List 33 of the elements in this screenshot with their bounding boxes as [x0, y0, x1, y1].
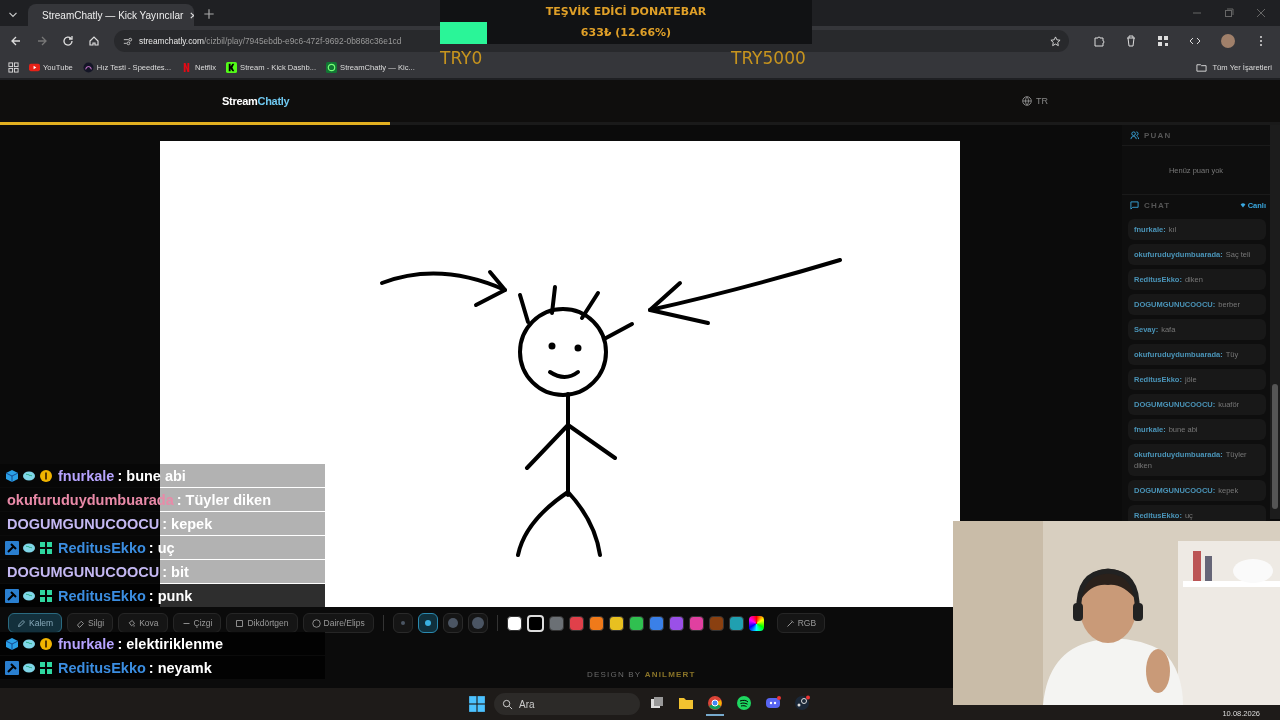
donation-max-label: TRY5000: [731, 48, 806, 68]
tool-button[interactable]: Silgi: [67, 613, 114, 633]
credit-text: DESIGN BY ANILMERT: [587, 670, 697, 679]
chat-username: ReditusEkko: [58, 587, 146, 604]
browser-tab[interactable]: StreamChatly — Kick Yayıncılar: [28, 4, 194, 26]
chat-username: DOGUMGUNUCOOCU: [7, 515, 160, 532]
chat-message: : neyamk: [148, 659, 212, 676]
url-text: streamchatly.com/cizbil/play/7945ebdb-e9c6-472f-9692-0b868c36e1cd: [139, 36, 402, 46]
tool-button[interactable]: Daire/Elips: [302, 613, 374, 633]
section-title: CHAT: [1144, 200, 1171, 210]
logo[interactable]: StreamChatly: [222, 95, 290, 107]
tool-button[interactable]: Dikdörtgen: [226, 613, 298, 633]
chat-username: ReditusEkko: [58, 659, 146, 676]
chat-message: : kepek: [162, 515, 213, 532]
donation-title: TEŞVİK EDİCİ DONATEBAR: [544, 5, 708, 18]
chat-username: fnurkale: [58, 467, 115, 484]
chat-username: fnurkale: [58, 635, 115, 652]
donation-amount: 633₺ (12.66%): [579, 26, 673, 39]
chat-message: : elektiriklenme: [117, 635, 223, 652]
section-title: PUAN: [1144, 130, 1172, 140]
rgb-button[interactable]: RGB: [776, 613, 826, 633]
search-field[interactable]: Ara: [494, 693, 640, 715]
tab-title: StreamChatly — Kick Yayıncılar: [42, 9, 184, 21]
chat-message: : Tüyler diken: [176, 491, 272, 508]
chat-message: : bit: [162, 563, 189, 580]
tool-button[interactable]: Kova: [118, 613, 168, 633]
language-selector[interactable]: TR: [1036, 96, 1048, 106]
donation-min-label: TRY0: [440, 48, 483, 68]
chat-username: ReditusEkko: [58, 539, 146, 556]
tool-button[interactable]: Çizgi: [172, 613, 222, 633]
tool-button[interactable]: Kalem: [8, 613, 63, 633]
chat-username: DOGUMGUNUCOOCU: [7, 563, 160, 580]
chat-message: : punk: [148, 587, 193, 604]
